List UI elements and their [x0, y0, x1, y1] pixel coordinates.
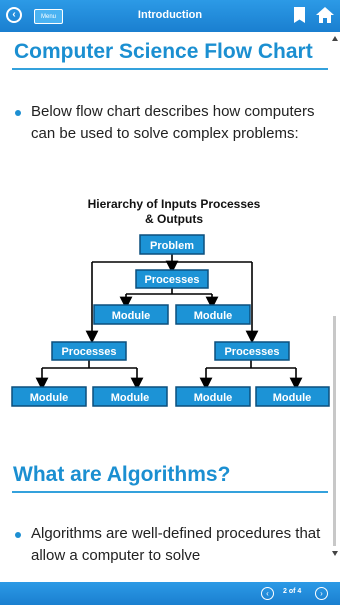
module-label: Module [111, 392, 150, 404]
module-label: Module [194, 310, 233, 322]
page-title: Introduction [137, 9, 203, 21]
module-label: Module [194, 392, 233, 404]
scroll-up-icon[interactable] [332, 36, 338, 41]
problem-label: Problem [150, 240, 194, 252]
page-indicator: 2 of 4 [283, 588, 302, 595]
section-heading-algorithms: What are Algorithms? [13, 463, 231, 486]
flowchart-diagram: Problem Processes Module Module Processe… [11, 234, 330, 407]
previous-page-icon[interactable]: ‹ [261, 587, 274, 600]
home-icon[interactable] [315, 6, 335, 24]
processes-top-label: Processes [144, 274, 199, 286]
heading-divider [12, 491, 328, 493]
bullet-icon [15, 532, 21, 538]
top-bar: ‹ Menu Introduction [0, 0, 340, 32]
module-label: Module [112, 310, 151, 322]
processes-right-label: Processes [224, 346, 279, 358]
bottom-bar: ‹ 2 of 4 › [0, 582, 340, 605]
module-label: Module [30, 392, 69, 404]
content-area[interactable]: Computer Science Flow Chart Below flow c… [0, 32, 330, 582]
scroll-thumb[interactable] [333, 316, 336, 546]
next-page-icon[interactable]: › [315, 587, 328, 600]
algorithms-paragraph: Algorithms are well-defined procedures t… [31, 525, 321, 564]
module-label: Module [273, 392, 312, 404]
scroll-down-icon[interactable] [332, 551, 338, 556]
processes-left-label: Processes [61, 346, 116, 358]
